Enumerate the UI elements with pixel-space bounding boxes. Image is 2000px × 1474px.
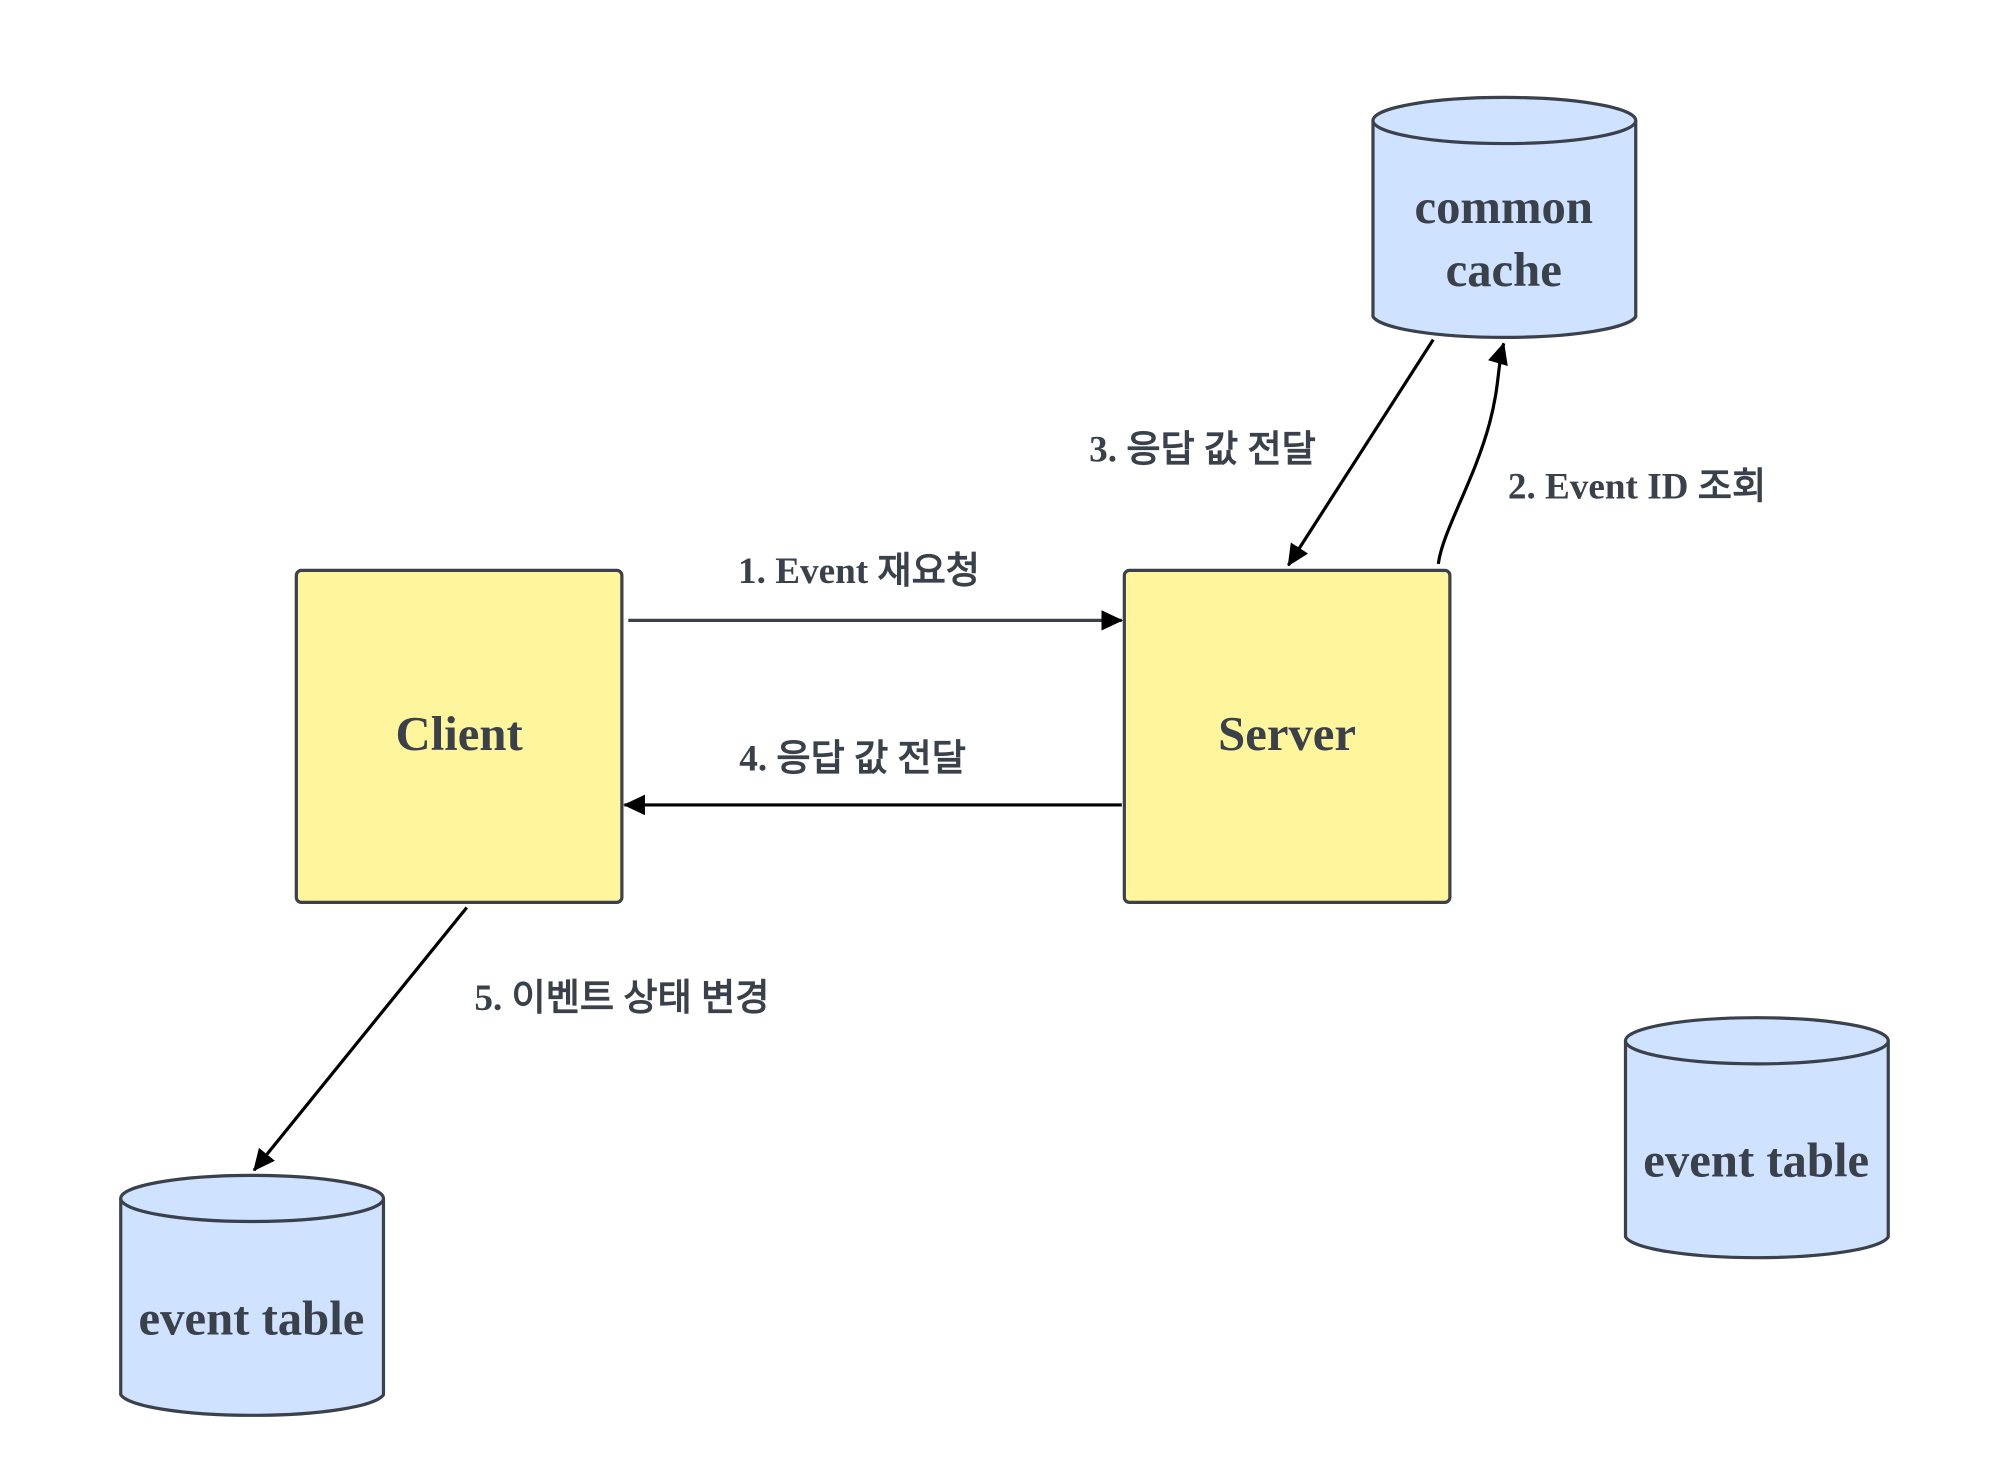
client-label: Client xyxy=(396,707,523,761)
edge-3[interactable]: 3. 응답 값 전달 xyxy=(1089,338,1435,567)
event-table-right-label: event table xyxy=(1643,1134,1869,1188)
cache-label-line2: cache xyxy=(1446,243,1562,297)
client-node[interactable]: Client xyxy=(294,568,624,904)
edge-3-label: 3. 응답 값 전달 xyxy=(1089,428,1316,470)
common-cache-node[interactable]: common cache xyxy=(1371,95,1638,339)
server-label: Server xyxy=(1218,707,1356,761)
edge-1[interactable]: 1. Event 재요청 xyxy=(628,550,1124,631)
cache-label-line1: common xyxy=(1414,180,1593,234)
event-table-right-node[interactable]: event table xyxy=(1623,1016,1890,1260)
edge-4[interactable]: 4. 응답 값 전달 xyxy=(623,737,1122,816)
event-table-left-label: event table xyxy=(139,1291,365,1345)
edge-1-label: 1. Event 재요청 xyxy=(738,550,980,592)
edge-5-label: 5. 이벤트 상태 변경 xyxy=(474,977,769,1019)
edge-2-label: 2. Event ID 조회 xyxy=(1508,466,1766,508)
event-table-left-node[interactable]: event table xyxy=(119,1173,386,1417)
edge-4-label: 4. 응답 값 전달 xyxy=(739,737,966,779)
diagram-canvas: Client Server common cache event table e… xyxy=(119,95,1890,1417)
edge-2[interactable]: 2. Event ID 조회 xyxy=(1436,342,1766,565)
server-node[interactable]: Server xyxy=(1122,568,1452,904)
edge-5[interactable]: 5. 이벤트 상태 변경 xyxy=(252,906,769,1172)
